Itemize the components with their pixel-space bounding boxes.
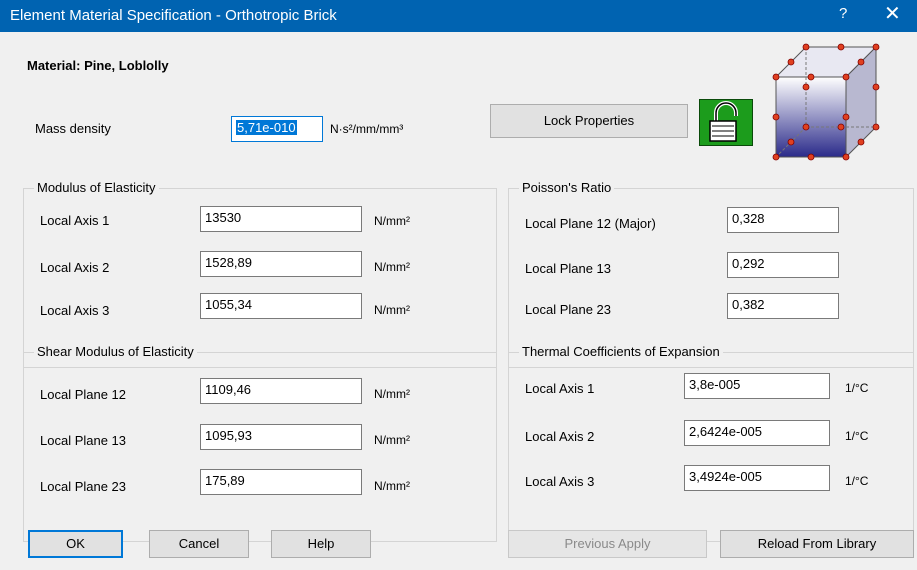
elasticity-axis1-unit: N/mm² [374, 214, 410, 228]
thermal-axis2-unit: 1/°C [845, 429, 869, 443]
help-button[interactable]: Help [271, 530, 371, 558]
shear-plane13-label: Local Plane 13 [40, 433, 127, 448]
previous-apply-button[interactable]: Previous Apply [508, 530, 707, 558]
shear-plane12-unit: N/mm² [374, 387, 410, 401]
padlock-icon[interactable] [699, 99, 753, 146]
thermal-axis2-input[interactable]: 2,6424e-005 [684, 420, 830, 446]
elasticity-axis1-input[interactable]: 13530 [200, 206, 362, 232]
poisson-plane23-input[interactable]: 0,382 [727, 293, 839, 319]
poisson-plane23-label: Local Plane 23 [525, 302, 612, 317]
mass-density-unit: N·s²/mm/mm³ [330, 122, 404, 136]
close-icon[interactable]: ✕ [884, 1, 901, 26]
shear-plane23-unit: N/mm² [374, 479, 410, 493]
poisson-group: Poisson's Ratio [508, 180, 914, 368]
thermal-axis1-label: Local Axis 1 [525, 381, 595, 396]
mass-density-input[interactable]: 5,71e-010 [231, 116, 323, 142]
thermal-axis3-label: Local Axis 3 [525, 474, 595, 489]
title-bar: Element Material Specification - Orthotr… [0, 0, 917, 32]
window-title: Element Material Specification - Orthotr… [10, 7, 337, 24]
mass-density-value: 5,71e-010 [236, 120, 297, 135]
shear-plane12-label: Local Plane 12 [40, 387, 127, 402]
shear-plane13-unit: N/mm² [374, 433, 410, 447]
poisson-plane12-label: Local Plane 12 (Major) [525, 216, 656, 231]
elasticity-axis2-input[interactable]: 1528,89 [200, 251, 362, 277]
poisson-plane13-label: Local Plane 13 [525, 261, 612, 276]
ok-button[interactable]: OK [28, 530, 123, 558]
thermal-group-title: Thermal Coefficients of Expansion [519, 344, 723, 359]
poisson-plane12-input[interactable]: 0,328 [727, 207, 839, 233]
thermal-axis1-unit: 1/°C [845, 381, 869, 395]
elasticity-axis1-label: Local Axis 1 [40, 213, 110, 228]
elasticity-axis3-label: Local Axis 3 [40, 303, 110, 318]
elasticity-axis3-input[interactable]: 1055,34 [200, 293, 362, 319]
shear-plane13-input[interactable]: 1095,93 [200, 424, 362, 450]
poisson-group-title: Poisson's Ratio [519, 180, 615, 195]
thermal-axis2-label: Local Axis 2 [525, 429, 595, 444]
cancel-button[interactable]: Cancel [149, 530, 249, 558]
lock-properties-button[interactable]: Lock Properties [490, 104, 688, 138]
dialog-body: Material: Pine, Loblolly Mass density 5,… [0, 32, 917, 570]
thermal-axis1-input[interactable]: 3,8e-005 [684, 373, 830, 399]
elasticity-axis2-unit: N/mm² [374, 260, 410, 274]
elasticity-group-title: Modulus of Elasticity [34, 180, 159, 195]
thermal-axis3-unit: 1/°C [845, 474, 869, 488]
help-icon[interactable]: ? [839, 5, 847, 22]
shear-plane23-input[interactable]: 175,89 [200, 469, 362, 495]
elasticity-axis2-label: Local Axis 2 [40, 260, 110, 275]
shear-group-title: Shear Modulus of Elasticity [34, 344, 197, 359]
poisson-plane13-input[interactable]: 0,292 [727, 252, 839, 278]
shear-plane23-label: Local Plane 23 [40, 479, 127, 494]
brick-element-icon [772, 40, 884, 164]
reload-from-library-button[interactable]: Reload From Library [720, 530, 914, 558]
elasticity-axis3-unit: N/mm² [374, 303, 410, 317]
shear-plane12-input[interactable]: 1109,46 [200, 378, 362, 404]
material-name: Material: Pine, Loblolly [27, 58, 169, 73]
thermal-axis3-input[interactable]: 3,4924e-005 [684, 465, 830, 491]
mass-density-label: Mass density [35, 121, 111, 136]
